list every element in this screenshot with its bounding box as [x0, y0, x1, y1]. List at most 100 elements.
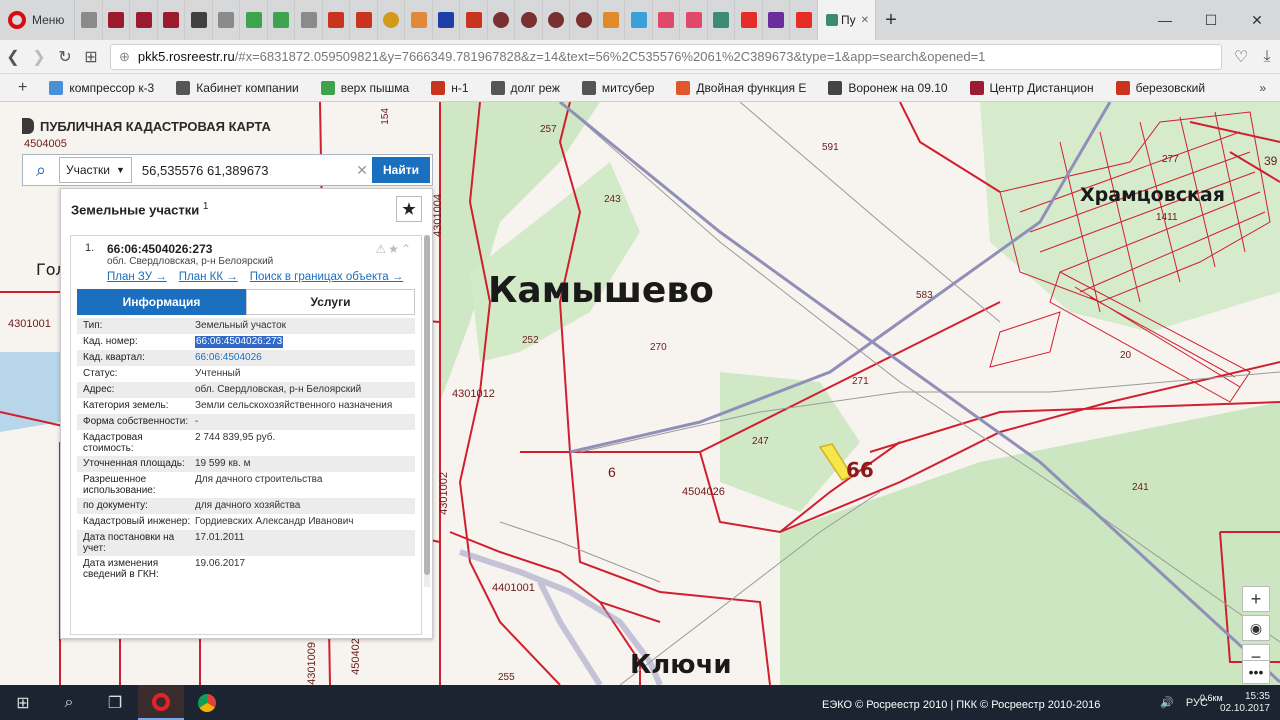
browser-tab[interactable] [543, 0, 571, 40]
task-view-icon[interactable]: ❐ [92, 685, 138, 720]
cadastral-id[interactable]: 66:06:4504026:273 [107, 242, 411, 256]
add-bookmark-icon[interactable]: + [18, 79, 27, 97]
more-tools-button[interactable]: ••• [1242, 660, 1270, 684]
info-value[interactable]: 66:06:4504026 [195, 352, 409, 364]
minimize-button[interactable]: — [1142, 0, 1188, 40]
parcel-label: 154 [380, 108, 391, 125]
bookmark-item[interactable]: н-1 [431, 80, 469, 95]
browser-tab[interactable] [708, 0, 736, 40]
browser-tab[interactable] [488, 0, 516, 40]
browser-tab[interactable] [158, 0, 186, 40]
result-count: 1 [202, 200, 209, 212]
zoom-in-button[interactable]: + [1242, 586, 1270, 612]
info-label: Форма собственности: [83, 416, 189, 427]
browser-tab[interactable] [75, 0, 103, 40]
browser-tab[interactable] [103, 0, 131, 40]
browser-tab[interactable] [680, 0, 708, 40]
volume-icon[interactable]: 🔊 [1160, 696, 1174, 709]
browser-tab[interactable] [433, 0, 461, 40]
speed-dial-icon[interactable]: ⊞ [78, 47, 104, 67]
forward-button[interactable]: ❯ [26, 47, 52, 67]
map-search-bar: ⌕ Участки ▼ ✕ Найти [22, 154, 433, 186]
page-icon [218, 12, 235, 28]
bookmark-item[interactable]: Воронеж на 09.10 [828, 80, 948, 95]
windows-start-icon[interactable]: ⊞ [0, 685, 46, 720]
bookmark-item[interactable]: Центр Дистанцион [969, 80, 1094, 95]
browser-tab[interactable] [130, 0, 158, 40]
bookmark-label: Двойная функция Е [696, 80, 807, 95]
scrollbar-thumb[interactable] [424, 235, 430, 575]
search-icon[interactable]: ⌕ [23, 160, 59, 181]
search-taskbar-icon[interactable]: ⌕ [46, 685, 92, 720]
bookmark-item[interactable]: березовский [1115, 80, 1205, 95]
info-row: Дата постановки на учет: 17.01.2011 [77, 530, 415, 556]
bookmark-item[interactable]: долг реж [490, 80, 560, 95]
browser-tab[interactable] [323, 0, 351, 40]
panel-scrollbar[interactable] [424, 235, 430, 587]
browser-tab[interactable] [405, 0, 433, 40]
new-tab-button[interactable]: + [876, 9, 906, 32]
browser-tab[interactable] [295, 0, 323, 40]
bookmark-item[interactable]: митсубер [581, 80, 654, 95]
browser-tab[interactable] [570, 0, 598, 40]
browser-tab[interactable] [350, 0, 378, 40]
favorite-star-button[interactable]: ★ [396, 196, 422, 222]
browser-tab[interactable] [763, 0, 791, 40]
address-field[interactable]: ⊕ pkk5.rosreestr.ru/#x=6831872.059509821… [110, 43, 1222, 70]
browser-tab[interactable] [653, 0, 681, 40]
heart-icon[interactable]: ♡ [1228, 47, 1254, 67]
plan-zu-link[interactable]: План ЗУ → [107, 271, 167, 283]
quarter-label: 4301001 [8, 318, 51, 330]
bookmark-label: долг реж [510, 80, 560, 95]
browser-tab[interactable] [515, 0, 543, 40]
blue-doc-icon [438, 12, 455, 28]
star-icon: ★ [388, 242, 401, 256]
back-button[interactable]: ❮ [0, 47, 26, 67]
browser-tab[interactable] [240, 0, 268, 40]
clock-time: 15:35 [1244, 690, 1270, 702]
browser-tab[interactable] [790, 0, 818, 40]
browser-tab[interactable] [268, 0, 296, 40]
quarter-label: 4504005 [24, 138, 67, 150]
browser-tab[interactable] [185, 0, 213, 40]
bookmark-item[interactable]: верх пышма [320, 80, 409, 95]
browser-tab[interactable] [598, 0, 626, 40]
plan-kk-link[interactable]: План КК → [179, 271, 238, 283]
bookmark-item[interactable]: Двойная функция Е [676, 80, 807, 95]
opera-menu-button[interactable]: Меню [0, 0, 76, 40]
grid-icon [190, 12, 207, 28]
browser-tab[interactable] [213, 0, 241, 40]
tab-information[interactable]: Информация [77, 289, 246, 315]
bookmarks-overflow-icon[interactable]: » [1259, 81, 1266, 95]
bookmark-label: компрессор к-3 [69, 80, 155, 95]
orange-hat-icon [410, 12, 427, 28]
active-tab[interactable]: Пу ✕ [817, 0, 876, 40]
browser-tab[interactable] [460, 0, 488, 40]
opera-taskbar-icon[interactable] [138, 685, 184, 720]
browser-tab[interactable] [735, 0, 763, 40]
locate-button[interactable]: ◉ [1242, 615, 1270, 641]
info-row: по документу: для дачного хозяйства [77, 498, 415, 514]
search-type-select[interactable]: Участки ▼ [59, 157, 132, 183]
card-action-icons[interactable]: ⚠★⌃ [375, 242, 413, 256]
bookmark-label: Воронеж на 09.10 [848, 80, 948, 95]
bookmark-item[interactable]: компрессор к-3 [49, 80, 155, 95]
bookmark-item[interactable]: Кабинет компании [176, 80, 299, 95]
download-icon[interactable]: ⤓ [1254, 48, 1280, 66]
search-in-bounds-link[interactable]: Поиск в границах объекта → [250, 271, 404, 283]
maximize-button[interactable]: ☐ [1188, 0, 1234, 40]
clear-search-icon[interactable]: ✕ [352, 162, 372, 179]
close-tab-icon[interactable]: ✕ [861, 15, 869, 26]
search-input[interactable] [131, 157, 352, 183]
chrome-taskbar-icon[interactable] [184, 685, 230, 720]
info-label: Кад. квартал: [83, 352, 145, 363]
forest-area [980, 102, 1280, 332]
tab-services[interactable]: Услуги [246, 289, 415, 315]
clock[interactable]: 15:35 02.10.2017 [1220, 691, 1270, 715]
find-button[interactable]: Найти [372, 157, 430, 183]
close-window-button[interactable]: ✕ [1234, 0, 1280, 40]
browser-tab[interactable] [625, 0, 653, 40]
browser-tab[interactable] [378, 0, 406, 40]
parcel-label: 6 [608, 464, 616, 480]
reload-button[interactable]: ↻ [52, 47, 78, 67]
